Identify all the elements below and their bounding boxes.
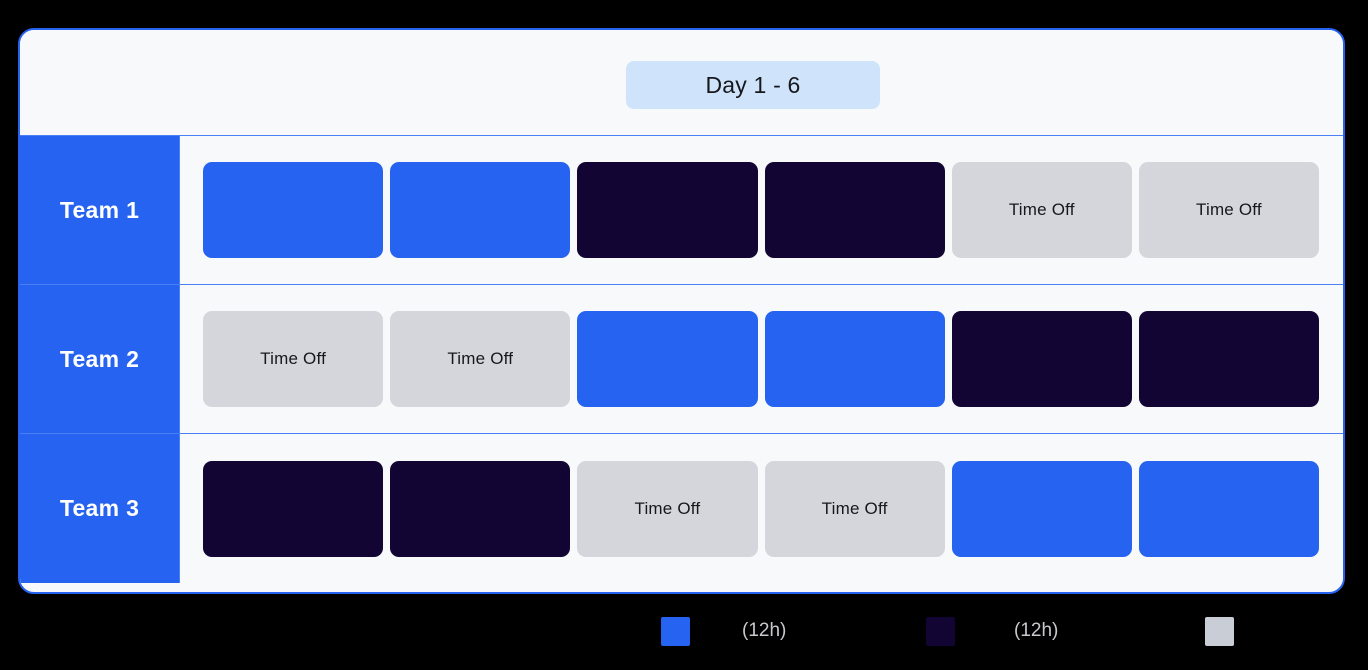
shift-cell-off[interactable]: Time Off	[1138, 162, 1320, 258]
team-label-3[interactable]: Team 3	[20, 434, 180, 583]
legend-label: (12h)	[742, 620, 787, 641]
team-row: Team 3 Time Off Time Off	[20, 434, 1343, 583]
shift-track: Time Off Time Off	[180, 285, 1343, 433]
shift-cell-off[interactable]: Time Off	[390, 311, 571, 407]
shift-cell-off[interactable]: Time Off	[577, 460, 758, 557]
legend-item-2	[1205, 614, 1286, 648]
legend-label: (12h)	[1014, 620, 1059, 641]
shift-track: Time Off Time Off	[180, 434, 1343, 583]
shift-cell-night[interactable]	[390, 460, 571, 557]
shift-cell-day[interactable]	[764, 311, 945, 407]
shift-cell-night[interactable]	[951, 311, 1132, 407]
legend-swatch-icon	[661, 616, 690, 646]
schedule-card: Day 1 - 6 Team 1 Time Off Time Off Team 2 Ti…	[18, 28, 1345, 594]
shift-cell-night[interactable]	[764, 162, 945, 258]
schedule-header: Day 1 - 6	[20, 30, 1343, 136]
team-label-2[interactable]: Team 2	[20, 285, 180, 433]
shift-cell-night[interactable]	[203, 460, 384, 557]
shift-cell-day[interactable]	[390, 162, 571, 258]
schedule-legend: (12h) (12h)	[0, 598, 1368, 670]
shift-track: Time Off Time Off	[180, 136, 1343, 284]
schedule-rows: Team 1 Time Off Time Off Team 2 Time Off Time…	[20, 136, 1343, 592]
legend-item-1: (12h)	[926, 614, 1058, 648]
shift-cell-day[interactable]	[1138, 460, 1320, 557]
day-range-badge[interactable]: Day 1 - 6	[626, 61, 880, 109]
shift-cell-off[interactable]: Time Off	[764, 460, 945, 557]
legend-item-0: (12h)	[661, 614, 786, 648]
legend-swatch-icon	[1205, 616, 1234, 646]
shift-cell-off[interactable]: Time Off	[203, 311, 384, 407]
shift-cell-night[interactable]	[1138, 311, 1320, 407]
shift-cell-off[interactable]: Time Off	[951, 162, 1132, 258]
shift-cell-day[interactable]	[203, 162, 384, 258]
shift-cell-day[interactable]	[577, 311, 758, 407]
shift-cell-night[interactable]	[577, 162, 758, 258]
legend-swatch-icon	[926, 616, 955, 646]
team-label-1[interactable]: Team 1	[20, 136, 180, 284]
shift-cell-day[interactable]	[951, 460, 1132, 557]
team-row: Team 1 Time Off Time Off	[20, 136, 1343, 285]
schedule-page: Day 1 - 6 Team 1 Time Off Time Off Team 2 Ti…	[0, 0, 1368, 670]
team-row: Team 2 Time Off Time Off	[20, 285, 1343, 434]
